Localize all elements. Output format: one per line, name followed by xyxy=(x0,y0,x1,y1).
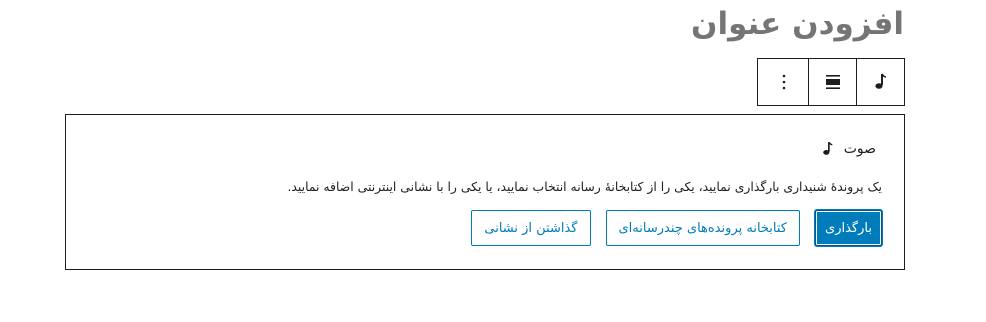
insert-from-url-button[interactable]: گذاشتن از نشانی xyxy=(471,210,591,246)
audio-placeholder: صوت یک پروندهٔ شنیداری بارگذاری نمایید، … xyxy=(65,114,905,270)
placeholder-actions: بارگذاری کتابخانه پرونده‌های چندرسانه‌ای… xyxy=(471,210,882,246)
placeholder-title: صوت xyxy=(843,141,876,157)
placeholder-label: صوت xyxy=(822,141,876,157)
more-options-icon xyxy=(782,74,786,90)
more-options-button[interactable] xyxy=(760,59,808,105)
block-toolbar xyxy=(757,58,905,106)
align-icon xyxy=(825,75,840,89)
post-title[interactable]: افزودن عنوان xyxy=(691,6,904,42)
media-library-button[interactable]: کتابخانه پرونده‌های چندرسانه‌ای xyxy=(605,210,800,246)
align-button[interactable] xyxy=(808,59,856,105)
placeholder-instructions: یک پروندهٔ شنیداری بارگذاری نمایید، یکی … xyxy=(287,179,882,194)
audio-icon xyxy=(822,141,833,155)
upload-button[interactable]: بارگذاری xyxy=(815,210,882,246)
audio-block-icon xyxy=(874,73,886,89)
block-type-button[interactable] xyxy=(856,59,904,105)
